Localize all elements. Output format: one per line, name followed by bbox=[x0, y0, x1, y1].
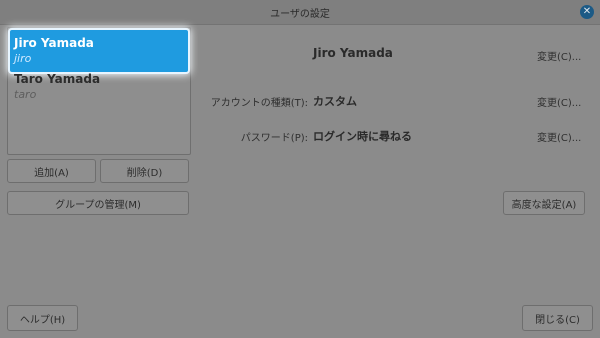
password-label: パスワード(P): bbox=[240, 133, 308, 144]
user-login-name: jiro bbox=[14, 52, 32, 65]
add-user-button[interactable]: 追加(A) bbox=[7, 159, 96, 183]
titlebar: ユーザの設定 ✕ bbox=[0, 0, 600, 25]
change-account-type-button[interactable]: 変更(C)... bbox=[537, 94, 581, 109]
help-button[interactable]: ヘルプ(H) bbox=[7, 305, 78, 331]
manage-groups-button[interactable]: グループの管理(M) bbox=[7, 191, 189, 215]
remove-user-button[interactable]: 削除(D) bbox=[100, 159, 189, 183]
account-type-label: アカウントの種類(T): bbox=[210, 98, 308, 109]
change-password-button[interactable]: 変更(C)... bbox=[537, 129, 581, 144]
change-name-button[interactable]: 変更(C)... bbox=[537, 48, 581, 63]
user-settings-window: ユーザの設定 ✕ Jiro Yamada jiro Taro Yamada ta… bbox=[0, 0, 600, 338]
user-list-item-taro[interactable]: Taro Yamada taro bbox=[10, 66, 188, 108]
password-value: ログイン時に尋ねる bbox=[313, 130, 412, 143]
user-login-name: taro bbox=[14, 88, 37, 101]
window-title: ユーザの設定 bbox=[270, 8, 330, 20]
detail-full-name: Jiro Yamada bbox=[313, 46, 393, 60]
user-list: Jiro Yamada jiro Taro Yamada taro bbox=[7, 27, 191, 155]
advanced-settings-button[interactable]: 高度な設定(A) bbox=[503, 191, 585, 215]
user-full-name: Taro Yamada bbox=[14, 72, 101, 86]
account-type-value: カスタム bbox=[313, 95, 357, 108]
close-icon[interactable]: ✕ bbox=[580, 5, 594, 19]
close-button[interactable]: 閉じる(C) bbox=[522, 305, 593, 331]
user-full-name: Jiro Yamada bbox=[14, 36, 94, 50]
